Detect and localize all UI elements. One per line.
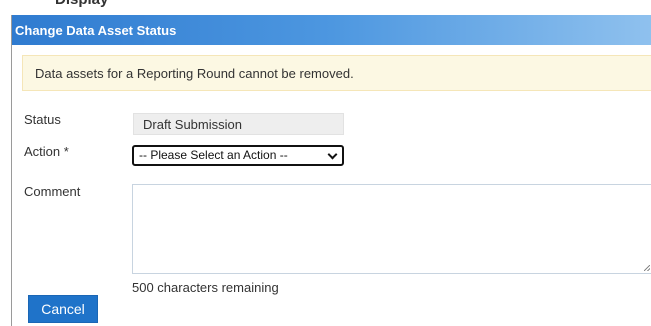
dialog-title: Change Data Asset Status bbox=[12, 15, 651, 45]
comment-label: Comment bbox=[24, 184, 81, 199]
status-label: Status bbox=[24, 112, 61, 127]
cancel-button[interactable]: Cancel bbox=[28, 295, 98, 323]
page-heading-fragment: Display bbox=[55, 0, 108, 9]
resize-grip-icon[interactable] bbox=[644, 265, 650, 271]
chevron-down-icon bbox=[327, 149, 338, 160]
action-select[interactable]: -- Please Select an Action -- bbox=[132, 145, 344, 166]
action-label: Action * bbox=[24, 144, 69, 159]
comment-textarea[interactable] bbox=[132, 184, 651, 274]
change-status-dialog: Change Data Asset Status Data assets for… bbox=[11, 15, 651, 326]
status-value-field: Draft Submission bbox=[133, 113, 344, 135]
warning-alert: Data assets for a Reporting Round cannot… bbox=[22, 55, 651, 91]
action-select-value: -- Please Select an Action -- bbox=[139, 148, 288, 162]
characters-remaining: 500 characters remaining bbox=[132, 280, 279, 295]
